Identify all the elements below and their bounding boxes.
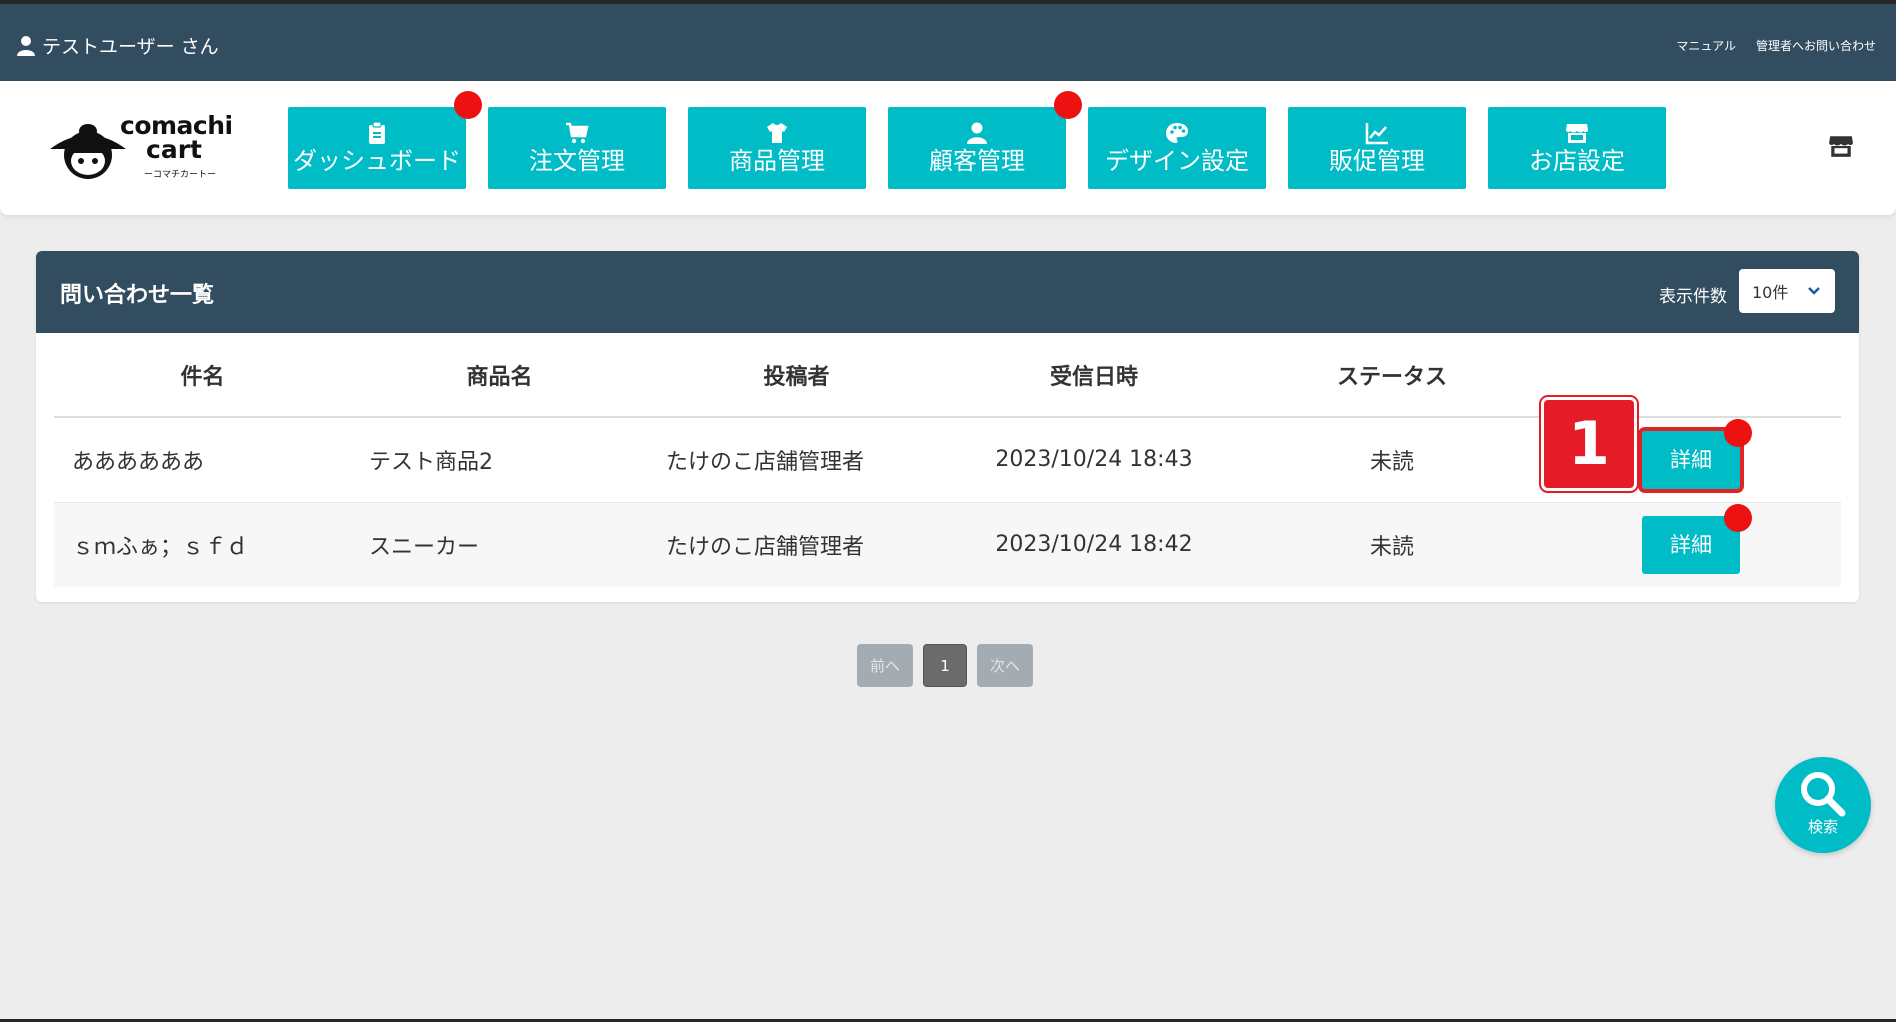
cell-status: 未読 [1243,502,1541,587]
nav-products-button[interactable]: 商品管理 [688,107,866,189]
search-fab-label: 検索 [1807,817,1838,836]
top-bar: テストユーザー さん マニュアル 管理者へお問い合わせ [0,0,1896,81]
detail-button[interactable]: 詳細 [1642,503,1752,574]
logo[interactable]: comachi cart ーコマチカートー [48,111,238,183]
step-number-badge: 1 [1539,395,1639,493]
nav-promotion-label: 販促管理 [1329,147,1425,175]
user-icon [967,122,987,144]
nav-design-button[interactable]: デザイン設定 [1088,107,1266,189]
column-header-poster[interactable]: 投稿者 [648,333,945,418]
cell-status: 未読 [1243,417,1541,503]
pagination-prev-button[interactable]: 前へ [857,644,913,687]
top-links: マニュアル 管理者へお問い合わせ [1676,37,1876,54]
cell-subject: ｓｍふぁ；ｓｆｄ [54,502,351,587]
logo-mascot-icon [50,124,126,179]
cell-subject: ああああああ [54,417,351,503]
column-header-product[interactable]: 商品名 [351,333,648,418]
search-fab-button[interactable]: 検索 [1775,757,1871,853]
cell-product: テスト商品2 [351,417,648,503]
per-page-value: 10件 [1752,283,1789,302]
user-icon [17,35,35,56]
detail-button-label: 詳細 [1670,532,1712,557]
nav-store-settings-label: お店設定 [1529,147,1625,175]
palette-icon [1166,123,1188,143]
dashboard-notification-badge [454,91,482,119]
detail-button[interactable]: 詳細 [1638,418,1752,493]
cell-poster: たけのこ店舗管理者 [648,417,945,503]
user-menu[interactable]: テストユーザー さん [16,32,219,59]
nav-products-label: 商品管理 [729,147,825,175]
detail-notification-badge [1724,418,1752,447]
nav-store-settings-button[interactable]: お店設定 [1488,107,1666,189]
table-row: ｓｍふぁ；ｓｆｄ スニーカー たけのこ店舗管理者 2023/10/24 18:4… [54,502,1841,587]
main-navbar: comachi cart ーコマチカートー ダッシュボード 注文管理 商品管理 … [0,81,1896,215]
customers-notification-badge [1054,91,1082,119]
search-icon [1801,771,1846,816]
cell-product: スニーカー [351,502,648,587]
nav-customers-label: 顧客管理 [929,147,1025,175]
panel-title: 問い合わせ一覧 [60,283,215,308]
nav-customers-button[interactable]: 顧客管理 [888,107,1066,189]
per-page-label: 表示件数 [1659,287,1727,307]
nav-dashboard-button[interactable]: ダッシュボード [288,107,466,189]
detail-notification-badge [1724,503,1752,532]
shop-front-icon[interactable] [1828,133,1854,159]
column-header-subject[interactable]: 件名 [54,333,351,418]
shirt-icon [767,123,787,143]
logo-text-cart: cart [146,135,202,164]
chevron-down-icon [1808,287,1820,295]
pagination-next-button[interactable]: 次へ [977,644,1033,687]
nav-orders-label: 注文管理 [529,147,625,175]
chart-line-icon [1365,123,1388,145]
clipboard-icon [369,121,385,144]
nav-promotion-button[interactable]: 販促管理 [1288,107,1466,189]
cell-action: 詳細 [1541,502,1841,587]
column-header-received[interactable]: 受信日時 [945,333,1243,418]
per-page-select[interactable]: 10件 [1739,269,1835,313]
cell-received: 2023/10/24 18:42 [945,502,1243,587]
pagination-page-current[interactable]: 1 [923,644,967,687]
user-name: テストユーザー さん [42,36,219,58]
cart-icon [566,122,589,144]
cell-poster: たけのこ店舗管理者 [648,502,945,587]
panel-header: 問い合わせ一覧 表示件数 10件 [36,251,1859,333]
nav-dashboard-label: ダッシュボード [293,147,461,175]
pagination: 前へ 1 次へ [857,644,1033,687]
logo-text-kana: ーコマチカートー [144,170,217,180]
contact-admin-link[interactable]: 管理者へお問い合わせ [1756,37,1876,54]
nav-design-label: デザイン設定 [1105,147,1249,175]
cell-received: 2023/10/24 18:43 [945,417,1243,503]
store-icon [1566,124,1588,143]
manual-link[interactable]: マニュアル [1676,37,1736,54]
nav-orders-button[interactable]: 注文管理 [488,107,666,189]
detail-button-label: 詳細 [1670,447,1712,472]
column-header-status[interactable]: ステータス [1243,333,1541,418]
